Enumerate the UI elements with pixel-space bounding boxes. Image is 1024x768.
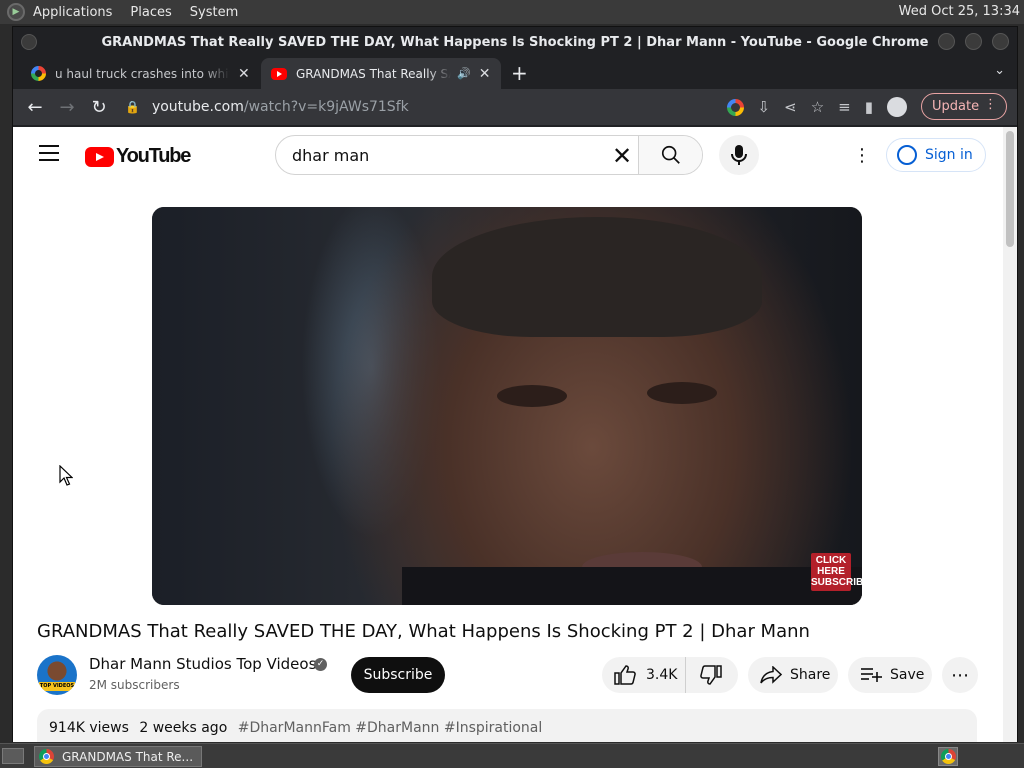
dislike-button[interactable] [686,665,736,685]
subscribe-watermark[interactable]: CLICK HERE SUBSCRIBE [811,553,862,591]
subscribe-button[interactable]: Subscribe [351,657,445,693]
forward-button[interactable]: → [51,97,83,118]
menu-places[interactable]: Places [130,5,171,20]
hashtags[interactable]: #DharMannFam #DharMann #Inspirational [238,720,543,736]
microphone-icon [731,145,747,165]
like-dislike-group: 3.4K [602,657,738,693]
new-tab-button[interactable]: + [511,61,528,85]
search-icon [661,145,680,164]
media-queue-icon[interactable]: ≡ [838,98,851,116]
install-app-icon[interactable]: ⇩ [758,98,771,116]
close-tab-icon[interactable]: ✕ [479,66,491,82]
tab-title: u haul truck crashes into white [55,66,230,81]
reload-button[interactable]: ↻ [83,97,115,118]
page-scrollbar[interactable] [1003,127,1017,742]
url-path: /watch?v=k9jAWs71Sfk [243,99,409,115]
settings-kebab-icon[interactable]: ⋮ [853,145,871,166]
side-panel-icon[interactable]: ▮ [865,98,873,116]
lock-icon[interactable]: 🔒 [125,100,140,114]
search-input[interactable] [276,145,596,165]
share-icon[interactable]: ⋖ [784,98,797,116]
thumbs-down-icon [700,665,722,685]
more-actions-button[interactable]: ⋯ [942,657,978,693]
search-button[interactable] [638,136,702,174]
upload-age: 2 weeks ago [139,720,228,736]
url-host: youtube.com [151,99,244,115]
video-player[interactable]: CLICK HERE SUBSCRIBE [152,207,862,605]
save-button[interactable]: Save [848,657,932,693]
menu-applications[interactable]: Applications [33,5,112,20]
minimize-button[interactable] [938,33,955,50]
close-window-button[interactable] [992,33,1009,50]
sign-in-button[interactable]: Sign in [886,138,986,172]
distro-logo-icon[interactable]: ▶ [7,3,25,21]
video-title: GRANDMAS That Really SAVED THE DAY, What… [37,621,810,642]
channel-avatar[interactable]: TOP VIDEOS [37,655,77,695]
window-title: GRANDMAS That Really SAVED THE DAY, What… [101,34,929,50]
share-label: Share [790,667,831,683]
save-label: Save [890,667,925,683]
clear-search-icon[interactable]: ✕ [612,142,632,170]
subscriber-count: 2M subscribers [89,678,180,692]
view-count: 914K views [49,720,129,736]
account-icon [897,145,917,165]
clock[interactable]: Wed Oct 25, 13:34 [899,4,1020,19]
update-label: Update [932,99,980,114]
tab-uhaul[interactable]: u haul truck crashes into white ✕ [21,58,261,89]
like-button[interactable]: 3.4K [602,657,686,693]
share-button[interactable]: Share [748,657,838,693]
youtube-logo-text: YouTube [116,145,191,167]
speaker-icon[interactable]: 🔊 [457,67,471,80]
update-button[interactable]: Update ⋮ [921,93,1007,120]
task-label: GRANDMAS That Re... [62,749,194,764]
playlist-add-icon [861,668,882,682]
youtube-icon [271,67,287,80]
share-arrow-icon [760,666,782,684]
window-menu-icon[interactable] [21,34,37,50]
tray-chrome-icon[interactable] [938,747,958,766]
voice-search-button[interactable] [719,135,759,175]
window-titlebar[interactable]: GRANDMAS That Really SAVED THE DAY, What… [13,27,1017,57]
taskbar-chrome-task[interactable]: GRANDMAS That Re... [34,746,202,767]
channel-name[interactable]: Dhar Mann Studios Top Videos [89,655,316,673]
search-box: ✕ [275,135,703,175]
verified-check-icon: ✓ [314,658,327,671]
sign-in-label: Sign in [925,147,973,163]
back-button[interactable]: ← [19,97,51,118]
chrome-icon [39,749,54,764]
tab-youtube-video[interactable]: GRANDMAS That Really SAVED THE DAY 🔊 ✕ [261,58,501,89]
youtube-header: YouTube ✕ ⋮ Sign in [13,127,1003,183]
youtube-play-icon [85,146,114,167]
menu-system[interactable]: System [190,5,238,20]
youtube-logo[interactable]: YouTube [85,145,191,168]
like-count: 3.4K [646,667,678,683]
profile-avatar-icon[interactable] [887,97,907,117]
tab-title: GRANDMAS That Really SAVED THE DAY [296,66,451,81]
avatar-badge: TOP VIDEOS [39,682,75,691]
description-box[interactable]: 914K views 2 weeks ago #DharMannFam #Dha… [37,709,977,742]
browser-toolbar: ← → ↻ 🔒 youtube.com /watch?v=k9jAWs71Sfk… [13,89,1017,125]
maximize-button[interactable] [965,33,982,50]
bookmark-star-icon[interactable]: ☆ [811,98,824,116]
google-icon [31,66,46,81]
page-viewport: YouTube ✕ ⋮ Sign in [13,127,1017,742]
show-desktop-icon[interactable] [2,748,24,764]
close-tab-icon[interactable]: ✕ [238,66,250,82]
desktop-top-panel: ▶ Applications Places System Wed Oct 25,… [0,0,1024,24]
scrollbar-thumb[interactable] [1006,131,1014,247]
mouse-cursor-icon [59,465,73,486]
chevron-down-icon[interactable]: ⌄ [994,63,1005,78]
thumbs-up-icon [614,665,636,685]
desktop-taskbar: GRANDMAS That Re... [0,743,1024,768]
browser-window: GRANDMAS That Really SAVED THE DAY, What… [12,26,1018,742]
kebab-menu-icon[interactable]: ⋮ [984,97,997,112]
hamburger-menu-icon[interactable] [39,145,59,161]
tab-strip: u haul truck crashes into white ✕ GRANDM… [13,57,1017,89]
google-lens-icon[interactable] [726,98,744,116]
